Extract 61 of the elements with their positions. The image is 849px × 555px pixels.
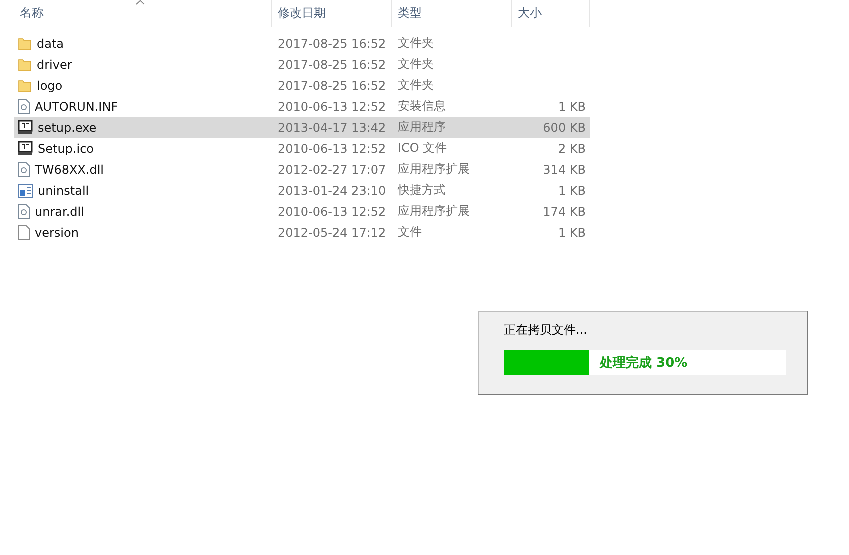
- file-icon: [18, 225, 30, 240]
- file-name: uninstall: [38, 184, 90, 198]
- folder-icon: [18, 58, 32, 72]
- file-name: data: [37, 36, 64, 50]
- modified-date: 2010-06-13 12:52: [277, 204, 388, 218]
- file-type: 文件夹: [397, 35, 435, 52]
- file-size: 314 KB: [542, 162, 587, 176]
- modified-date: 2013-01-24 23:10: [277, 184, 388, 198]
- file-name: setup.exe: [38, 120, 97, 134]
- file-size: 1 KB: [557, 184, 587, 198]
- window-icon: [18, 120, 33, 135]
- file-size: 600 KB: [542, 120, 587, 134]
- file-row[interactable]: version 2012-05-24 17:12 文件 1 KB: [14, 222, 590, 243]
- file-name: logo: [37, 78, 63, 92]
- file-type: 文件夹: [397, 77, 435, 94]
- progress-label: 处理完成 30%: [600, 354, 688, 372]
- file-size: 1 KB: [557, 226, 587, 240]
- file-row[interactable]: unrar.dll 2010-06-13 12:52 应用程序扩展 174 KB: [14, 201, 590, 222]
- modified-date: 2010-06-13 12:52: [277, 142, 388, 156]
- folder-icon: [18, 36, 32, 50]
- file-name: driver: [37, 58, 72, 72]
- file-row[interactable]: data 2017-08-25 16:52 文件夹: [14, 33, 590, 54]
- file-type: 文件夹: [397, 56, 435, 73]
- file-row[interactable]: Setup.ico 2010-06-13 12:52 ICO 文件 2 KB: [14, 138, 590, 159]
- file-type: 应用程序: [397, 119, 447, 136]
- file-name: version: [35, 226, 79, 240]
- file-size: 1 KB: [557, 100, 587, 114]
- file-row[interactable]: logo 2017-08-25 16:52 文件夹: [14, 75, 590, 96]
- file-type: ICO 文件: [397, 140, 448, 157]
- modified-date: 2012-05-24 17:12: [277, 226, 388, 240]
- folder-icon: [18, 78, 32, 92]
- column-header[interactable]: 修改日期: [272, 0, 392, 27]
- sort-up-icon[interactable]: [136, 0, 145, 5]
- file-type: 文件: [397, 224, 423, 241]
- file-row[interactable]: uninstall 2013-01-24 23:10 快捷方式 1 KB: [14, 180, 590, 201]
- file-name: Setup.ico: [38, 142, 94, 156]
- status-message: 正在拷贝文件...: [504, 322, 588, 339]
- column-header[interactable]: 名称: [14, 0, 272, 27]
- file-type: 快捷方式: [396, 182, 447, 199]
- file-type: 安装信息: [397, 98, 447, 115]
- file-type: 应用程序扩展: [397, 203, 471, 220]
- file-row[interactable]: TW68XX.dll 2012-02-27 17:07 应用程序扩展 314 KB: [14, 159, 590, 180]
- column-header[interactable]: 大小: [512, 0, 590, 27]
- modified-date: 2017-08-25 16:52: [277, 78, 388, 92]
- shortcut-icon: [18, 184, 33, 198]
- modified-date: 2012-02-27 17:07: [277, 162, 388, 176]
- modified-date: 2017-08-25 16:52: [277, 36, 388, 50]
- column-header[interactable]: 类型: [392, 0, 512, 27]
- file-row[interactable]: AUTORUN.INF 2010-06-13 12:52 安装信息 1 KB: [14, 96, 590, 117]
- file-type: 应用程序扩展: [397, 161, 471, 178]
- file-row[interactable]: setup.exe 2013-04-17 13:42 应用程序 600 KB: [14, 117, 590, 138]
- file-name: unrar.dll: [35, 204, 84, 218]
- file-size: 174 KB: [542, 204, 587, 218]
- file-size: 2 KB: [557, 142, 587, 156]
- file-row[interactable]: driver 2017-08-25 16:52 文件夹: [14, 54, 590, 75]
- modified-date: 2017-08-25 16:52: [277, 58, 388, 72]
- modified-date: 2013-04-17 13:42: [277, 120, 388, 134]
- file-name: AUTORUN.INF: [35, 100, 118, 114]
- modified-date: 2010-06-13 12:52: [277, 100, 388, 114]
- window-icon: [18, 141, 33, 156]
- file-name: TW68XX.dll: [35, 162, 104, 176]
